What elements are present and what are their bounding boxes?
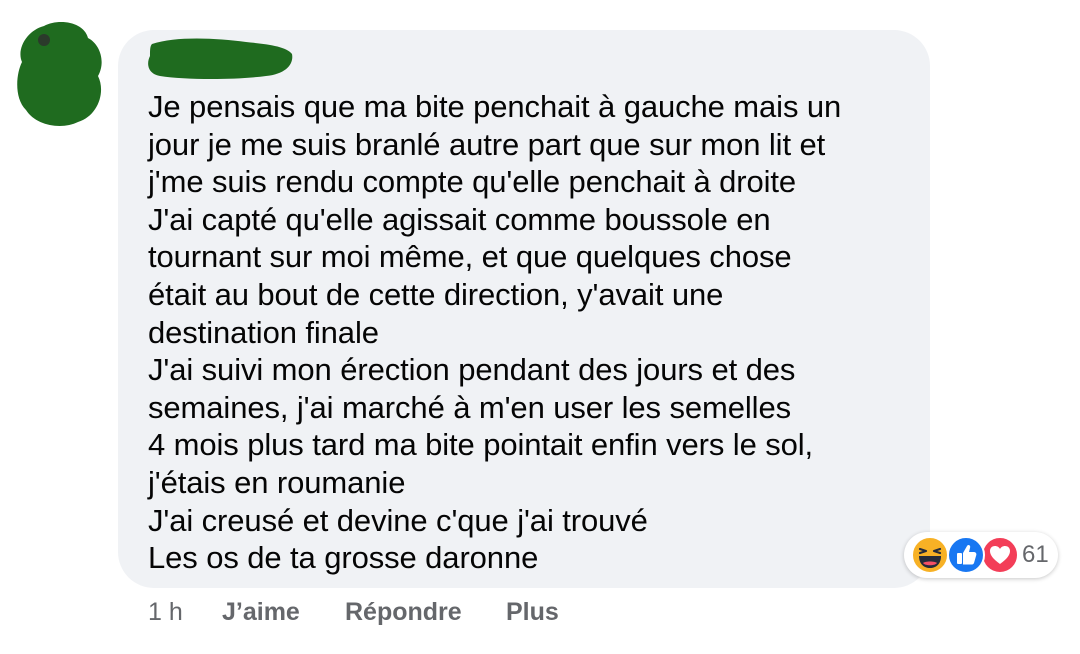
comment-line: J'ai capté qu'elle agissait comme bousso… — [148, 201, 771, 237]
comment-line: J'ai suivi mon érection pendant des jour… — [148, 352, 796, 388]
comment-line: j'me suis rendu compte qu'elle penchait … — [148, 164, 797, 200]
reaction-count: 61 — [1022, 541, 1049, 568]
comment-line: Je pensais que ma bite penchait à gauche… — [148, 89, 842, 124]
comment-line: 4 mois plus tard ma bite pointait enfin … — [148, 427, 814, 463]
reactions-summary[interactable]: 61 — [904, 532, 1058, 578]
comment-line: tournant sur moi même, et que quelques c… — [148, 239, 792, 275]
comment-line: Les os de ta grosse daronne — [148, 540, 539, 576]
comment-line: jour je me suis branlé autre part que su… — [148, 126, 826, 162]
comment-line: J'ai creusé et devine c'que j'ai trouvé — [148, 502, 648, 538]
comment-line: destination finale — [148, 314, 379, 350]
avatar-redacted[interactable] — [14, 18, 104, 128]
more-button[interactable]: Plus — [506, 598, 559, 627]
haha-icon — [911, 536, 949, 574]
like-icon — [947, 536, 985, 574]
commenter-name-redacted[interactable] — [146, 34, 294, 82]
comment-line: semaines, j'ai marché à m'en user les se… — [148, 389, 791, 425]
comment-line: était au bout de cette direction, y'avai… — [148, 276, 724, 312]
comment-text: Je pensais que ma bite penchait à gauche… — [148, 88, 908, 577]
love-icon — [981, 536, 1019, 574]
reply-button[interactable]: Répondre — [345, 598, 462, 627]
like-button[interactable]: J’aime — [222, 598, 300, 627]
comment-timestamp[interactable]: 1 h — [148, 598, 183, 627]
comment-line: j'étais en roumanie — [148, 464, 406, 500]
